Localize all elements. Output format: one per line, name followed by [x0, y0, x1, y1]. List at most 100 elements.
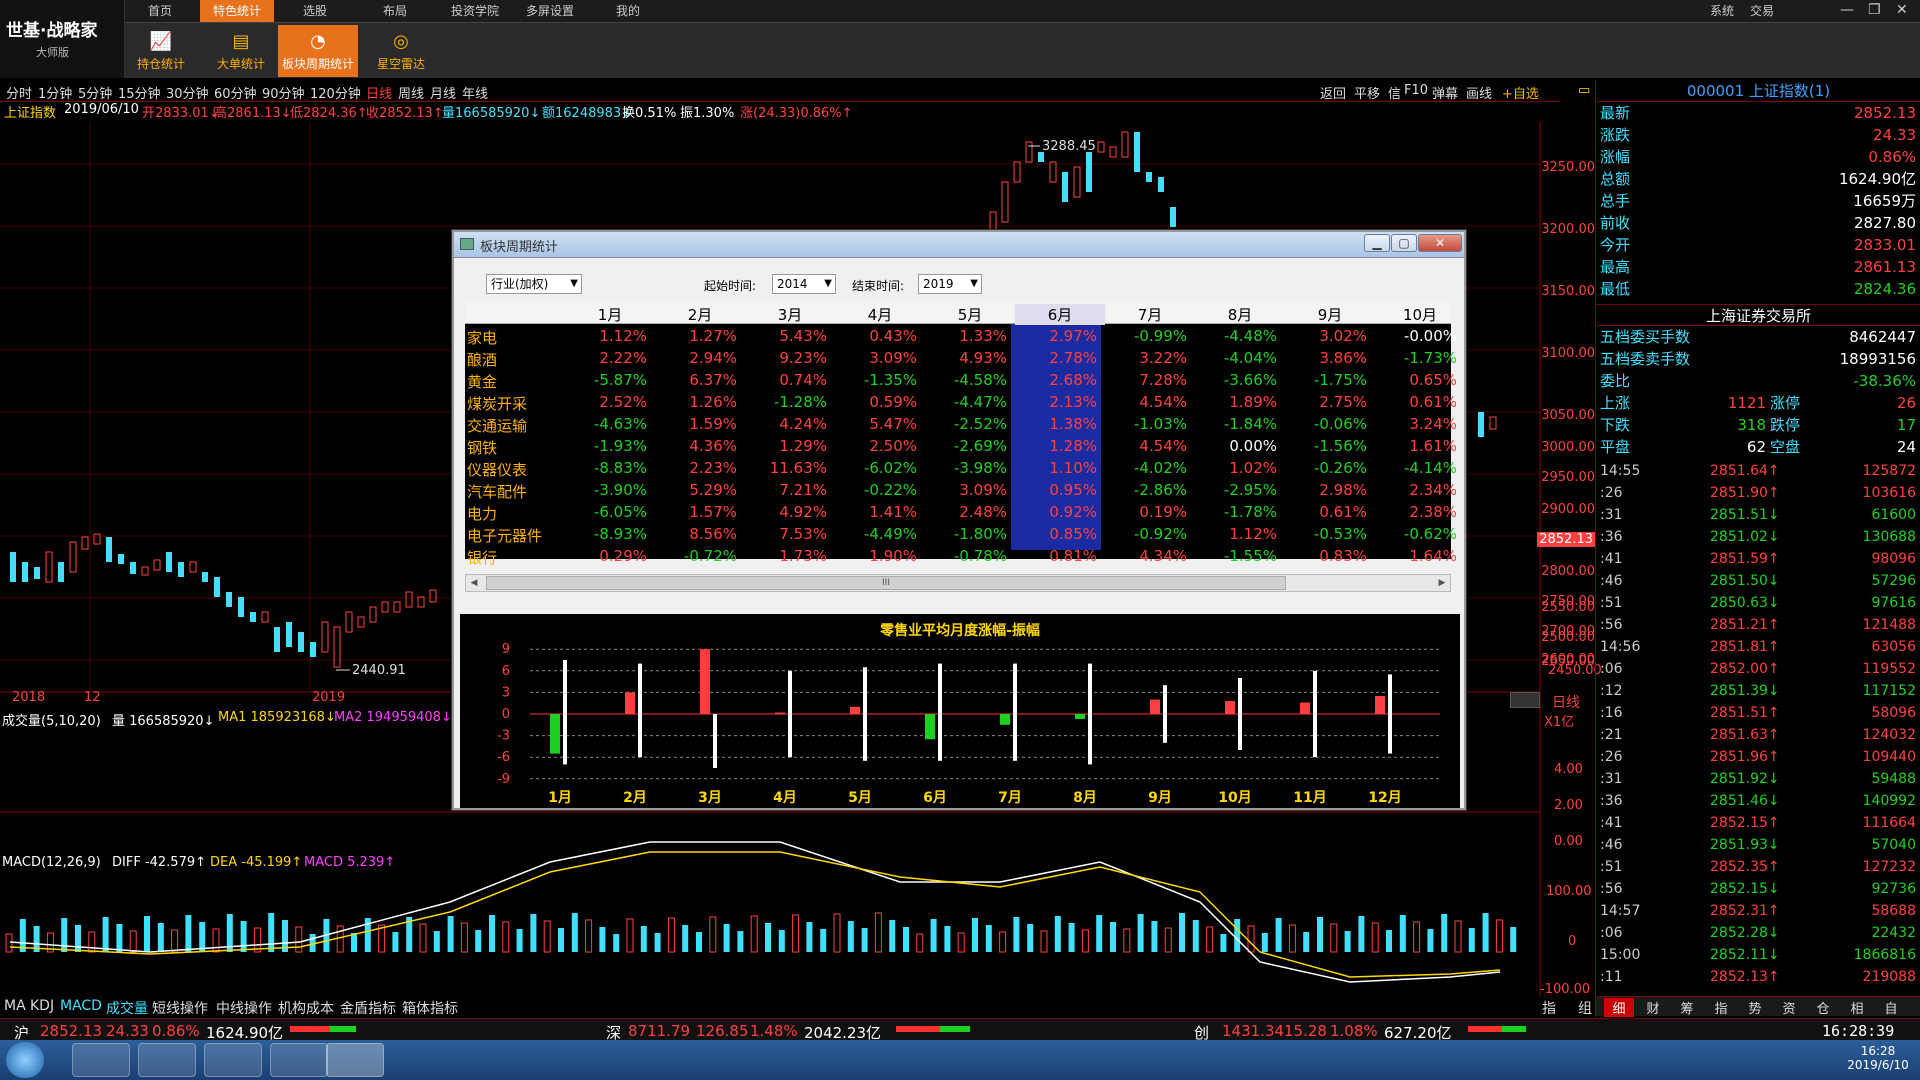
close-icon[interactable]: ✕ [1896, 2, 1908, 18]
month-header[interactable]: 3月 [745, 304, 835, 325]
wps-taskbar-icon[interactable] [270, 1043, 328, 1077]
menu-mine[interactable]: 我的 [610, 0, 646, 22]
month-header[interactable]: 8月 [1195, 304, 1285, 325]
table-row[interactable]: 仪器仪表 -8.83% 2.23% 11.63% -6.02% -3.98% 1.10% -4… [465, 458, 1457, 480]
menu-trade[interactable]: 交易 [1746, 0, 1778, 22]
position-stats-button[interactable]: 📈 持仓统计 [125, 25, 197, 77]
volume-bar [1110, 922, 1116, 952]
period-yearly[interactable]: 年线 [462, 83, 488, 102]
menu-special-stats[interactable]: 特色统计 [200, 0, 274, 22]
table-row[interactable]: 电力 -6.05% 1.57% 4.92% 1.41% 2.48% 0.92% 0.19% -1… [465, 502, 1457, 524]
month-header[interactable]: 1月 [565, 304, 655, 325]
period-daily[interactable]: 日线 [366, 83, 392, 102]
indicator-box[interactable]: 箱体指标 [402, 998, 458, 1018]
start-button[interactable] [6, 1042, 44, 1078]
month-header[interactable]: 9月 [1285, 304, 1375, 325]
indicator-mid[interactable]: 中线操作 [216, 998, 272, 1018]
volume-bar [778, 930, 785, 952]
quote-tab[interactable]: 相 [1842, 998, 1872, 1017]
scroll-handle[interactable] [1510, 692, 1540, 708]
indicator-inst[interactable]: 机构成本 [278, 998, 334, 1018]
menu-multiscreen[interactable]: 多屏设置 [520, 0, 580, 22]
period-weekly[interactable]: 周线 [398, 83, 424, 102]
volume-bar [1137, 914, 1144, 952]
end-year-select[interactable]: 2019 ▼ [918, 274, 982, 294]
sector-cycle-button[interactable]: ◔ 板块周期统计 [278, 25, 358, 77]
period-tick[interactable]: 分时 [6, 83, 32, 102]
quote-tab[interactable]: 资 [1774, 998, 1804, 1017]
indicator-macd[interactable]: MACD [60, 998, 102, 1014]
table-row[interactable]: 电子元器件 -8.93% 8.56% 7.53% -4.49% -1.80% 0.85% -0… [465, 524, 1457, 546]
horizontal-scrollbar[interactable]: ◀ III ▶ [465, 574, 1451, 592]
table-cell: -1.93% [593, 437, 647, 455]
table-row[interactable]: 银行 0.29% -0.72% 1.73% 1.90% -0.78% 0.81% 4.34% -… [465, 546, 1457, 568]
quote-tab[interactable]: 势 [1740, 998, 1770, 1017]
bigorder-stats-button[interactable]: ▤ 大单统计 [205, 25, 277, 77]
menu-stock-select[interactable]: 选股 [290, 0, 340, 22]
scroll-left-icon[interactable]: ◀ [466, 575, 482, 591]
tab-group[interactable]: 组 [1578, 998, 1592, 1018]
period-120m[interactable]: 120分钟 [310, 83, 361, 102]
clock[interactable]: 16:28 2019/6/10 [1840, 1044, 1916, 1072]
period-30m[interactable]: 30分钟 [166, 83, 209, 102]
table-row[interactable]: 煤炭开采 2.52% 1.26% -1.28% 0.59% -4.47% 2.13% 4.54… [465, 392, 1457, 414]
ie-taskbar-icon[interactable] [72, 1043, 130, 1077]
menu-home[interactable]: 首页 [138, 0, 182, 22]
period-60m[interactable]: 60分钟 [214, 83, 257, 102]
quote-tab[interactable]: 财 [1638, 998, 1668, 1017]
scroll-right-icon[interactable]: ▶ [1434, 575, 1450, 591]
table-row[interactable]: 酿酒 2.22% 2.94% 9.23% 3.09% 4.93% 2.78% 3.22% -4.… [465, 348, 1457, 370]
month-header[interactable]: 10月 [1375, 304, 1465, 325]
indicator-shield[interactable]: 金盾指标 [340, 998, 396, 1018]
star-radar-button[interactable]: ◎ 星空雷达 [365, 25, 437, 77]
scroll-thumb[interactable]: III [486, 576, 1286, 590]
period-90m[interactable]: 90分钟 [262, 83, 305, 102]
draw-button[interactable]: 画线 [1466, 83, 1492, 102]
indicator-kdj[interactable]: KDJ [30, 998, 54, 1014]
indicator-short[interactable]: 短线操作 [152, 998, 208, 1018]
f10-button[interactable]: F10 [1404, 83, 1428, 98]
month-header[interactable]: 4月 [835, 304, 925, 325]
table-row[interactable]: 黄金 -5.87% 6.37% 0.74% -1.35% -4.58% 2.68% 7.28%… [465, 370, 1457, 392]
restore-icon[interactable]: ❐ [1868, 2, 1881, 18]
table-row[interactable]: 家电 1.12% 1.27% 5.43% 0.43% 1.33% 2.97% -0.99% -4… [465, 326, 1457, 348]
dialog-minimize-icon[interactable]: ▁ [1364, 234, 1390, 252]
table-row[interactable]: 汽车配件 -3.90% 5.29% 7.21% -0.22% 3.09% 0.95% -2.8… [465, 480, 1457, 502]
menu-system[interactable]: 系统 [1706, 0, 1738, 22]
period-15m[interactable]: 15分钟 [118, 83, 161, 102]
indicator-ma[interactable]: MA [4, 998, 26, 1014]
quote-tab[interactable]: 自 [1876, 998, 1906, 1017]
dialog-titlebar[interactable]: 板块周期统计 ▁ ▢ ✕ [454, 232, 1464, 258]
dialog-maximize-icon[interactable]: ▢ [1391, 234, 1417, 252]
add-watchlist-button[interactable]: +自选 [1502, 83, 1539, 102]
period-1m[interactable]: 1分钟 [38, 83, 72, 102]
month-header[interactable]: 5月 [925, 304, 1015, 325]
table-row[interactable]: 交通运输 -4.63% 1.59% 4.24% 5.47% -2.52% 1.38% -1.0… [465, 414, 1457, 436]
tab-index[interactable]: 指 [1542, 998, 1556, 1018]
start-year-select[interactable]: 2014 ▼ [772, 274, 836, 294]
quote-tab[interactable]: 筹 [1672, 998, 1702, 1017]
chrome-taskbar-icon[interactable] [138, 1043, 196, 1077]
month-header[interactable]: 7月 [1105, 304, 1195, 325]
panel-toggle-icon[interactable]: ▭ [1578, 83, 1590, 98]
menu-layout[interactable]: 布局 [370, 0, 420, 22]
back-button[interactable]: 返回 [1320, 83, 1346, 102]
explorer-taskbar-icon[interactable] [204, 1043, 262, 1077]
quote-tab[interactable]: 细 [1604, 998, 1634, 1017]
period-5m[interactable]: 5分钟 [78, 83, 112, 102]
dialog-close-icon[interactable]: ✕ [1418, 234, 1462, 252]
category-select[interactable]: 行业(加权) ▼ [486, 274, 582, 294]
table-row[interactable]: 钢铁 -1.93% 4.36% 1.29% 2.50% -2.69% 1.28% 4.54% 0… [465, 436, 1457, 458]
quote-tab[interactable]: 仓 [1808, 998, 1838, 1017]
period-monthly[interactable]: 月线 [430, 83, 456, 102]
quote-tab[interactable]: 指 [1706, 998, 1736, 1017]
menu-academy[interactable]: 投资学院 [440, 0, 510, 22]
pan-button[interactable]: 平移 [1354, 83, 1380, 102]
month-header[interactable]: 6月 [1015, 304, 1105, 325]
zhanluejia-taskbar-icon[interactable] [326, 1043, 384, 1077]
indicator-volume[interactable]: 成交量 [106, 998, 148, 1018]
minimize-icon[interactable]: — [1840, 2, 1854, 18]
danmaku-button[interactable]: 弹幕 [1432, 83, 1458, 102]
signal-button[interactable]: 信 [1388, 83, 1401, 102]
month-header[interactable]: 2月 [655, 304, 745, 325]
